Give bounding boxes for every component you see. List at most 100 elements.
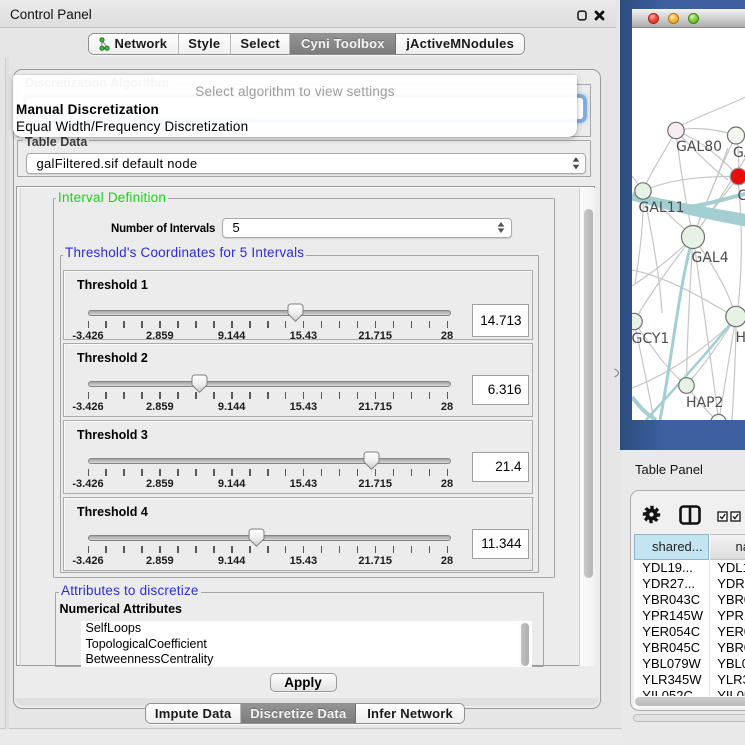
network-view-window: GAL80GACGAL11GAL4GCY1HHAP2 (620, 0, 745, 450)
threshold-value-field[interactable]: 6.316 (472, 375, 529, 405)
number-of-intervals-combobox[interactable]: 5 (222, 218, 512, 239)
tab-jactivemnodules[interactable]: jActiveMNodules (396, 34, 524, 54)
table-data-group-title: Table Data (23, 136, 89, 149)
slider-tick (88, 392, 90, 399)
tab-discretize-data[interactable]: Discretize Data (241, 704, 356, 723)
gear-icon[interactable] (642, 505, 661, 524)
network-edge[interactable] (676, 130, 728, 180)
close-panel-icon[interactable] (594, 10, 605, 21)
slider-track[interactable] (88, 310, 451, 316)
table-cell[interactable]: YDR277C (717, 576, 745, 592)
network-node-h[interactable] (725, 306, 745, 326)
tab-label: Style (188, 36, 220, 51)
checkbox-icon[interactable] (717, 511, 728, 522)
network-edge[interactable] (682, 194, 745, 208)
column-header-name[interactable]: name (710, 534, 745, 560)
table-cell[interactable]: YPR145W (642, 608, 703, 624)
tab-impute-data[interactable]: Impute Data (146, 704, 241, 723)
zoom-window-icon[interactable] (688, 13, 699, 24)
network-node-ga[interactable] (727, 127, 744, 144)
slider-tick-label: 15.43 (290, 555, 318, 567)
slider-tick (213, 469, 215, 476)
slider-thumb[interactable] (248, 528, 265, 547)
table-cell[interactable]: YBL079W (717, 656, 745, 672)
slider-tick (411, 546, 413, 553)
settings-viewport-edge (20, 188, 21, 666)
list-item[interactable]: SelfLoops (81, 621, 518, 637)
table-cell[interactable]: YBR045C (717, 640, 745, 656)
slider-tick (105, 469, 107, 476)
network-node-gcy1[interactable] (632, 313, 642, 329)
table-hscrollbar[interactable] (634, 696, 745, 708)
network-node-c[interactable] (730, 168, 745, 185)
slider-tick (339, 546, 341, 553)
threshold-value-field[interactable]: 21.4 (472, 452, 529, 482)
slider-tick-label: -3.426 (72, 330, 103, 342)
slider-track[interactable] (88, 458, 451, 464)
network-node-gal80[interactable] (667, 122, 683, 138)
tab-network[interactable]: Network (89, 34, 179, 54)
table-data-combobox[interactable]: galFiltered.sif default node (26, 153, 586, 175)
tab-select[interactable]: Select (231, 34, 291, 54)
table-cell[interactable]: YBR043C (642, 592, 700, 608)
popup-item-2[interactable]: Equal Width/Frequency Discretization (13, 118, 577, 135)
slider-tick (321, 321, 323, 328)
tab-cyni-toolbox[interactable]: Cyni Toolbox (290, 34, 396, 54)
slider-thumb[interactable] (363, 451, 380, 470)
interval-definition-group-title: Interval Definition (56, 191, 168, 204)
slider-tick (411, 392, 413, 399)
threshold-value-field[interactable]: 14.713 (472, 304, 529, 337)
slider-track[interactable] (88, 535, 451, 541)
slider-tick (88, 469, 90, 476)
close-window-icon[interactable] (648, 13, 659, 24)
table-cell[interactable]: YLR345W (642, 672, 701, 688)
slider-thumb[interactable] (287, 303, 304, 322)
slider-tick (447, 469, 449, 476)
column-header-shared-name[interactable]: shared... (634, 534, 709, 560)
minimize-window-icon[interactable] (668, 13, 679, 24)
slider-track[interactable] (88, 381, 451, 387)
checkbox-icon[interactable] (730, 511, 741, 522)
network-canvas[interactable]: GAL80GACGAL11GAL4GCY1HHAP2 (632, 28, 745, 420)
network-node-label: HAP2 (686, 395, 723, 411)
tab-infer-network[interactable]: Infer Network (356, 704, 464, 723)
settings-scrollbar[interactable] (579, 188, 596, 666)
split-columns-icon[interactable] (679, 505, 701, 525)
network-node-hap2[interactable] (678, 377, 694, 393)
network-edge[interactable] (678, 97, 745, 127)
slider-tick (123, 392, 125, 399)
table-cell[interactable]: YER054C (717, 624, 745, 640)
network-edge[interactable] (737, 185, 741, 316)
numerical-attributes-list[interactable]: SelfLoopsTopologicalCoefficientBetweenne… (81, 621, 518, 667)
node-table-panel: shared...name YDL19... YDL194W YDR27... YDR2… (630, 490, 745, 711)
float-window-icon[interactable] (577, 10, 587, 21)
slider-tick (429, 546, 431, 553)
table-cell[interactable]: YLR345W (717, 672, 745, 688)
network-node[interactable] (710, 414, 725, 420)
network-edge[interactable] (693, 237, 735, 314)
network-node-gal11[interactable] (634, 182, 650, 198)
table-cell[interactable]: YDL194W (717, 560, 745, 576)
slider-tick-label: 15.43 (290, 330, 318, 342)
list-item[interactable]: BetweennessCentrality (81, 652, 518, 666)
table-cell[interactable]: YDR27... (642, 576, 695, 592)
table-cell[interactable]: YBR045C (642, 640, 700, 656)
slider-thumb[interactable] (191, 374, 208, 393)
attributes-list-scrollbar[interactable] (518, 621, 532, 667)
popup-item-1[interactable]: Manual Discretization (13, 101, 577, 118)
network-node-gal4[interactable] (681, 225, 704, 248)
slider-tick (231, 546, 233, 553)
cyni-mode-tabbar: Impute DataDiscretize DataInfer Network (145, 703, 465, 724)
table-panel-bottom-strip (633, 714, 745, 723)
table-cell[interactable]: YPR145W (717, 608, 745, 624)
table-cell[interactable]: YBL079W (642, 656, 701, 672)
tab-style[interactable]: Style (179, 34, 231, 54)
threshold-value-field[interactable]: 11.344 (472, 529, 529, 559)
list-item[interactable]: TopologicalCoefficient (81, 637, 518, 653)
table-cell[interactable]: YER054C (642, 624, 700, 640)
table-data-combobox-value: galFiltered.sif default node (27, 156, 198, 171)
apply-button[interactable]: Apply (270, 673, 337, 693)
network-edge[interactable] (643, 176, 739, 191)
table-cell[interactable]: YBR043C (717, 592, 745, 608)
table-cell[interactable]: YDL19... (642, 560, 693, 576)
